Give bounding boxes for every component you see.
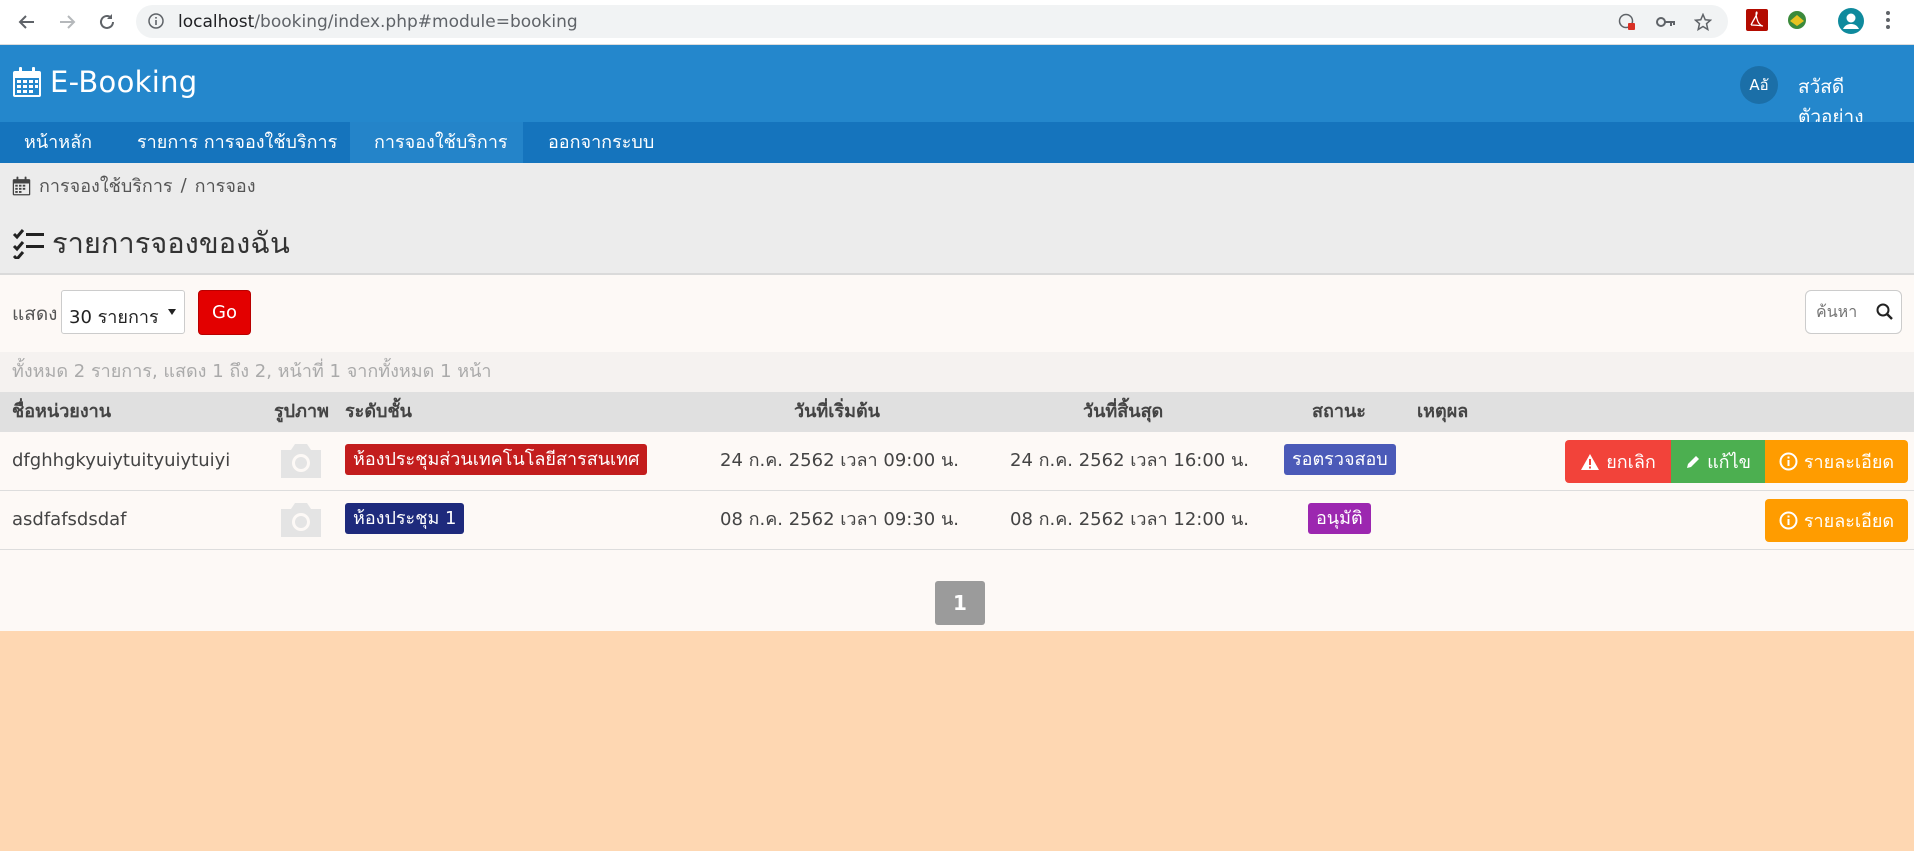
- row-end-date: 08 ก.ค. 2562 เวลา 12:00 น.: [1010, 509, 1250, 530]
- key-icon[interactable]: [1656, 13, 1676, 31]
- reload-icon: [100, 14, 114, 29]
- breadcrumb-current: การจอง: [194, 176, 256, 197]
- browser-toolbar: localhost/booking/index.php#module=booki…: [0, 0, 1914, 45]
- pdf-extension-icon[interactable]: [1746, 9, 1768, 31]
- info-icon[interactable]: [148, 13, 164, 29]
- edit-button[interactable]: แก้ไข: [1671, 440, 1765, 483]
- extension-icon[interactable]: [1786, 9, 1808, 31]
- show-label: แสดง: [12, 303, 58, 325]
- col-reason: เหตุผล: [1417, 401, 1469, 422]
- nav-item-booking-menu[interactable]: การจองใช้บริการ: [350, 122, 523, 187]
- status-badge: รอตรวจสอบ: [1284, 444, 1396, 475]
- detail-button[interactable]: รายละเอียด: [1765, 440, 1908, 483]
- col-image: รูปภาพ: [274, 401, 329, 422]
- calendar-icon: [12, 176, 31, 195]
- table-row: asdfafsdsdaf ห้องประชุม 1 08 ก.ค. 2562 เ…: [0, 491, 1914, 550]
- forward-button[interactable]: [53, 8, 81, 36]
- search-input[interactable]: [1814, 301, 1872, 322]
- nav-item-label: การจองใช้บริการ: [374, 132, 508, 153]
- main-nav: หน้าหลัก รายการ การจองใช้บริการ การจองใช…: [0, 122, 1914, 187]
- page-title: รายการจองของฉัน: [12, 220, 290, 266]
- page-header: การจองใช้บริการ / การจอง รายการจองของฉัน: [0, 163, 1914, 275]
- row-start-date: 08 ก.ค. 2562 เวลา 09:30 น.: [720, 509, 960, 530]
- back-button[interactable]: [13, 8, 41, 36]
- nav-item-label: ออกจากระบบ: [548, 132, 655, 153]
- nav-item-logout[interactable]: ออกจากระบบ: [524, 122, 678, 163]
- limit-select[interactable]: 30 รายการ: [61, 290, 185, 334]
- menu-kebab-icon[interactable]: [1884, 9, 1892, 31]
- row-department: dfghhgkyuiytuityuiytuiyi: [12, 450, 231, 471]
- address-bar[interactable]: localhost/booking/index.php#module=booki…: [136, 5, 1728, 38]
- nav-item-booking-list[interactable]: รายการ การจองใช้บริการ: [113, 122, 361, 163]
- nav-item-label: รายการ การจองใช้บริการ: [137, 132, 338, 153]
- reload-button[interactable]: [93, 8, 121, 36]
- url-path: /booking/index.php#module=booking: [254, 12, 578, 32]
- camera-icon: [281, 444, 321, 478]
- blocked-popup-icon[interactable]: [1618, 13, 1636, 31]
- app-header: E-Booking Aอั สวัสดี ตัวอย่าง: [0, 45, 1914, 128]
- col-status[interactable]: สถานะ: [1312, 392, 1366, 432]
- profile-avatar-icon[interactable]: [1838, 8, 1864, 34]
- summary-text: ทั้งหมด 2 รายการ, แสดง 1 ถึง 2, หน้าที่ …: [12, 361, 492, 382]
- brand-title: E-Booking: [50, 65, 198, 99]
- arrow-right-icon: [60, 15, 76, 29]
- detail-label: รายละเอียด: [1803, 452, 1895, 473]
- table-row: dfghhgkyuiytuityuiytuiyi ห้องประชุมส่วนเ…: [0, 432, 1914, 491]
- url-text[interactable]: localhost/booking/index.php#module=booki…: [178, 12, 578, 32]
- table-header: ชื่อหน่วยงาน รูปภาพ ระดับชั้น วันที่เริ่…: [0, 392, 1914, 432]
- nav-item-label: หน้าหลัก: [24, 132, 93, 153]
- category-badge: ห้องประชุม 1: [345, 503, 465, 534]
- breadcrumb-parent[interactable]: การจองใช้บริการ: [39, 171, 173, 200]
- pagination-page[interactable]: 1: [935, 581, 985, 625]
- search-box: [1805, 290, 1902, 334]
- search-icon[interactable]: [1876, 303, 1893, 320]
- url-host: localhost: [178, 12, 255, 32]
- nav-item-home[interactable]: หน้าหลัก: [0, 122, 116, 163]
- brand-link[interactable]: E-Booking: [12, 65, 197, 99]
- col-category[interactable]: ระดับชั้น: [345, 392, 412, 432]
- calendar-icon: [13, 67, 41, 97]
- detail-button[interactable]: รายละเอียด: [1765, 499, 1908, 542]
- select-arrow-icon: [168, 309, 176, 315]
- row-start-date: 24 ก.ค. 2562 เวลา 09:00 น.: [720, 450, 960, 471]
- camera-icon: [281, 503, 321, 537]
- info-circle-icon: [1779, 511, 1798, 530]
- star-icon[interactable]: [1694, 13, 1712, 31]
- row-department: asdfafsdsdaf: [12, 509, 127, 530]
- cancel-label: ยกเลิก: [1606, 452, 1656, 473]
- limit-select-value: 30 รายการ: [69, 307, 159, 328]
- row-end-date: 24 ก.ค. 2562 เวลา 16:00 น.: [1010, 450, 1250, 471]
- category-badge: ห้องประชุมส่วนเทคโนโลยีสารสนเทศ: [345, 444, 648, 475]
- pencil-icon: [1687, 455, 1700, 468]
- status-badge: อนุมัติ: [1308, 503, 1371, 534]
- breadcrumb: การจองใช้บริการ / การจอง: [12, 171, 256, 200]
- breadcrumb-separator: /: [180, 175, 187, 196]
- edit-label: แก้ไข: [1707, 452, 1751, 473]
- arrow-left-icon: [18, 15, 34, 29]
- page-title-text: รายการจองของฉัน: [52, 226, 290, 260]
- cancel-button[interactable]: ยกเลิก: [1565, 440, 1671, 483]
- col-end-date[interactable]: วันที่สิ้นสุด: [1083, 392, 1163, 432]
- col-start-date[interactable]: วันที่เริ่มต้น: [794, 392, 880, 432]
- booking-list-panel: แสดง 30 รายการ Go ทั้งหมด 2 รายการ, แสดง…: [0, 275, 1914, 631]
- warning-icon: [1581, 453, 1600, 470]
- checklist-icon: [12, 229, 44, 259]
- go-button[interactable]: Go: [198, 290, 251, 335]
- info-circle-icon: [1779, 452, 1798, 471]
- language-button[interactable]: Aอั: [1740, 66, 1778, 104]
- detail-label: รายละเอียด: [1803, 511, 1895, 532]
- col-department[interactable]: ชื่อหน่วยงาน: [12, 392, 111, 432]
- list-summary: ทั้งหมด 2 รายการ, แสดง 1 ถึง 2, หน้าที่ …: [0, 352, 1914, 392]
